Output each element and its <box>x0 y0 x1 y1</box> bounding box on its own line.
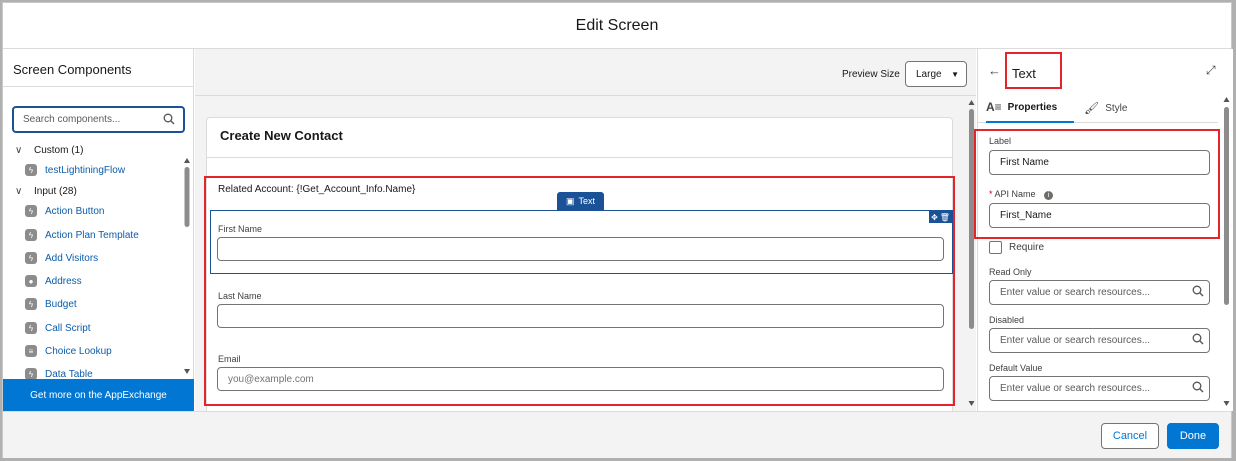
disabled-input[interactable]: Enter value or search resources... <box>989 328 1210 353</box>
cancel-button[interactable]: Cancel <box>1101 423 1159 449</box>
selected-component-tag: ▣ Text <box>557 192 604 210</box>
brush-icon: 🖌 <box>1084 101 1100 115</box>
modal-header: Edit Screen <box>3 3 1231 49</box>
text-component-icon: ▣ <box>565 195 575 206</box>
group-custom[interactable]: ∨ Custom (1) <box>15 145 83 156</box>
search-icon <box>1192 381 1204 393</box>
lightning-icon: ϟ <box>25 252 37 264</box>
first-name-input[interactable] <box>217 237 944 261</box>
tab-style[interactable]: 🖌 Style <box>1084 93 1154 123</box>
required-asterisk: * <box>989 189 993 199</box>
delete-icon[interactable]: 🗑 <box>940 213 950 222</box>
canvas-panel: Preview Size Large ▼ Create New Contact … <box>195 49 976 411</box>
screen-components-title: Screen Components <box>13 62 132 77</box>
lightning-icon: ϟ <box>25 298 37 310</box>
properties-panel: ← Text ⤢ A≡ Properties 🖌 Style Label Fir… <box>974 49 1233 411</box>
default-value-label: Default Value <box>989 363 1043 373</box>
label-input[interactable]: First Name <box>989 150 1210 175</box>
component-item[interactable]: ϟ Call Script <box>25 322 91 334</box>
preview-size-label: Preview Size <box>842 69 900 80</box>
component-item[interactable]: ● Address <box>25 275 82 287</box>
screen-title: Create New Contact <box>220 128 343 143</box>
read-only-label: Read Only <box>989 267 1032 277</box>
api-name-input[interactable]: First_Name <box>989 203 1210 228</box>
screen-card: Create New Contact Related Account: {!Ge… <box>204 117 955 411</box>
require-checkbox[interactable] <box>989 241 1002 254</box>
chevron-down-icon: ∨ <box>15 186 23 197</box>
chevron-down-icon: ▼ <box>951 70 959 79</box>
component-item[interactable]: ≡ Choice Lookup <box>25 345 112 357</box>
field-label: Last Name <box>218 291 262 301</box>
properties-scrollbar[interactable] <box>1222 95 1231 411</box>
divider <box>207 157 952 158</box>
search-components-input[interactable]: Search components... <box>12 106 185 133</box>
last-name-input[interactable] <box>217 304 944 328</box>
component-item[interactable]: ϟ Action Button <box>25 205 104 217</box>
divider <box>3 86 194 87</box>
properties-title: Text <box>1012 66 1036 81</box>
lightning-icon: ϟ <box>25 229 37 241</box>
component-item[interactable]: ϟ Action Plan Template <box>25 229 139 241</box>
email-input[interactable]: you@example.com <box>217 367 944 391</box>
field-label: Email <box>218 354 241 364</box>
modal-footer: Cancel Done <box>3 411 1231 458</box>
component-item[interactable]: ϟ testLightiningFlow <box>25 164 125 176</box>
screen-canvas: Create New Contact Related Account: {!Ge… <box>195 97 966 411</box>
expand-icon[interactable]: ⤢ <box>1206 63 1216 78</box>
preview-size-select[interactable]: Large ▼ <box>905 61 967 87</box>
component-item[interactable]: ϟ Add Visitors <box>25 252 98 264</box>
lightning-icon: ϟ <box>25 205 37 217</box>
search-icon <box>1192 333 1204 345</box>
lightning-icon: ϟ <box>25 322 37 334</box>
component-tools[interactable]: ✥ 🗑 <box>929 211 952 223</box>
search-icon <box>1192 285 1204 297</box>
screen-components-panel: Screen Components Search components... ∨… <box>3 49 194 411</box>
components-tree: ∨ Custom (1) ϟ testLightiningFlow ∨ Inpu… <box>3 141 181 381</box>
require-label: Require <box>1009 242 1045 253</box>
components-scrollbar[interactable] <box>183 157 191 377</box>
group-input[interactable]: ∨ Input (28) <box>15 186 77 197</box>
label-field-label: Label <box>989 136 1012 146</box>
edit-screen-modal: Edit Screen Screen Components Search com… <box>2 2 1233 458</box>
location-icon: ● <box>25 275 37 287</box>
modal-title: Edit Screen <box>575 16 659 34</box>
back-arrow-icon[interactable]: ← <box>988 63 1001 78</box>
component-item[interactable]: ϟ Budget <box>25 298 77 310</box>
preview-bar: Preview Size Large ▼ <box>195 49 976 96</box>
list-icon: ≡ <box>25 345 37 357</box>
api-name-label: * API Name i <box>989 189 1054 200</box>
appexchange-button[interactable]: Get more on the AppExchange <box>3 379 194 411</box>
search-placeholder: Search components... <box>23 114 121 125</box>
done-button[interactable]: Done <box>1167 423 1219 449</box>
properties-tabs: A≡ Properties 🖌 Style <box>978 93 1218 123</box>
related-account-text[interactable]: Related Account: {!Get_Account_Info.Name… <box>218 184 415 195</box>
field-label: First Name <box>218 224 263 234</box>
move-icon[interactable]: ✥ <box>931 213 938 222</box>
tab-properties[interactable]: A≡ Properties <box>986 93 1074 123</box>
default-value-input[interactable]: Enter value or search resources... <box>989 376 1210 401</box>
text-format-icon: A≡ <box>986 100 1002 114</box>
lightning-icon: ϟ <box>25 164 37 176</box>
disabled-label: Disabled <box>989 315 1025 325</box>
search-icon <box>163 113 175 125</box>
info-icon[interactable]: i <box>1044 191 1054 200</box>
chevron-down-icon: ∨ <box>15 145 23 156</box>
read-only-input[interactable]: Enter value or search resources... <box>989 280 1210 305</box>
